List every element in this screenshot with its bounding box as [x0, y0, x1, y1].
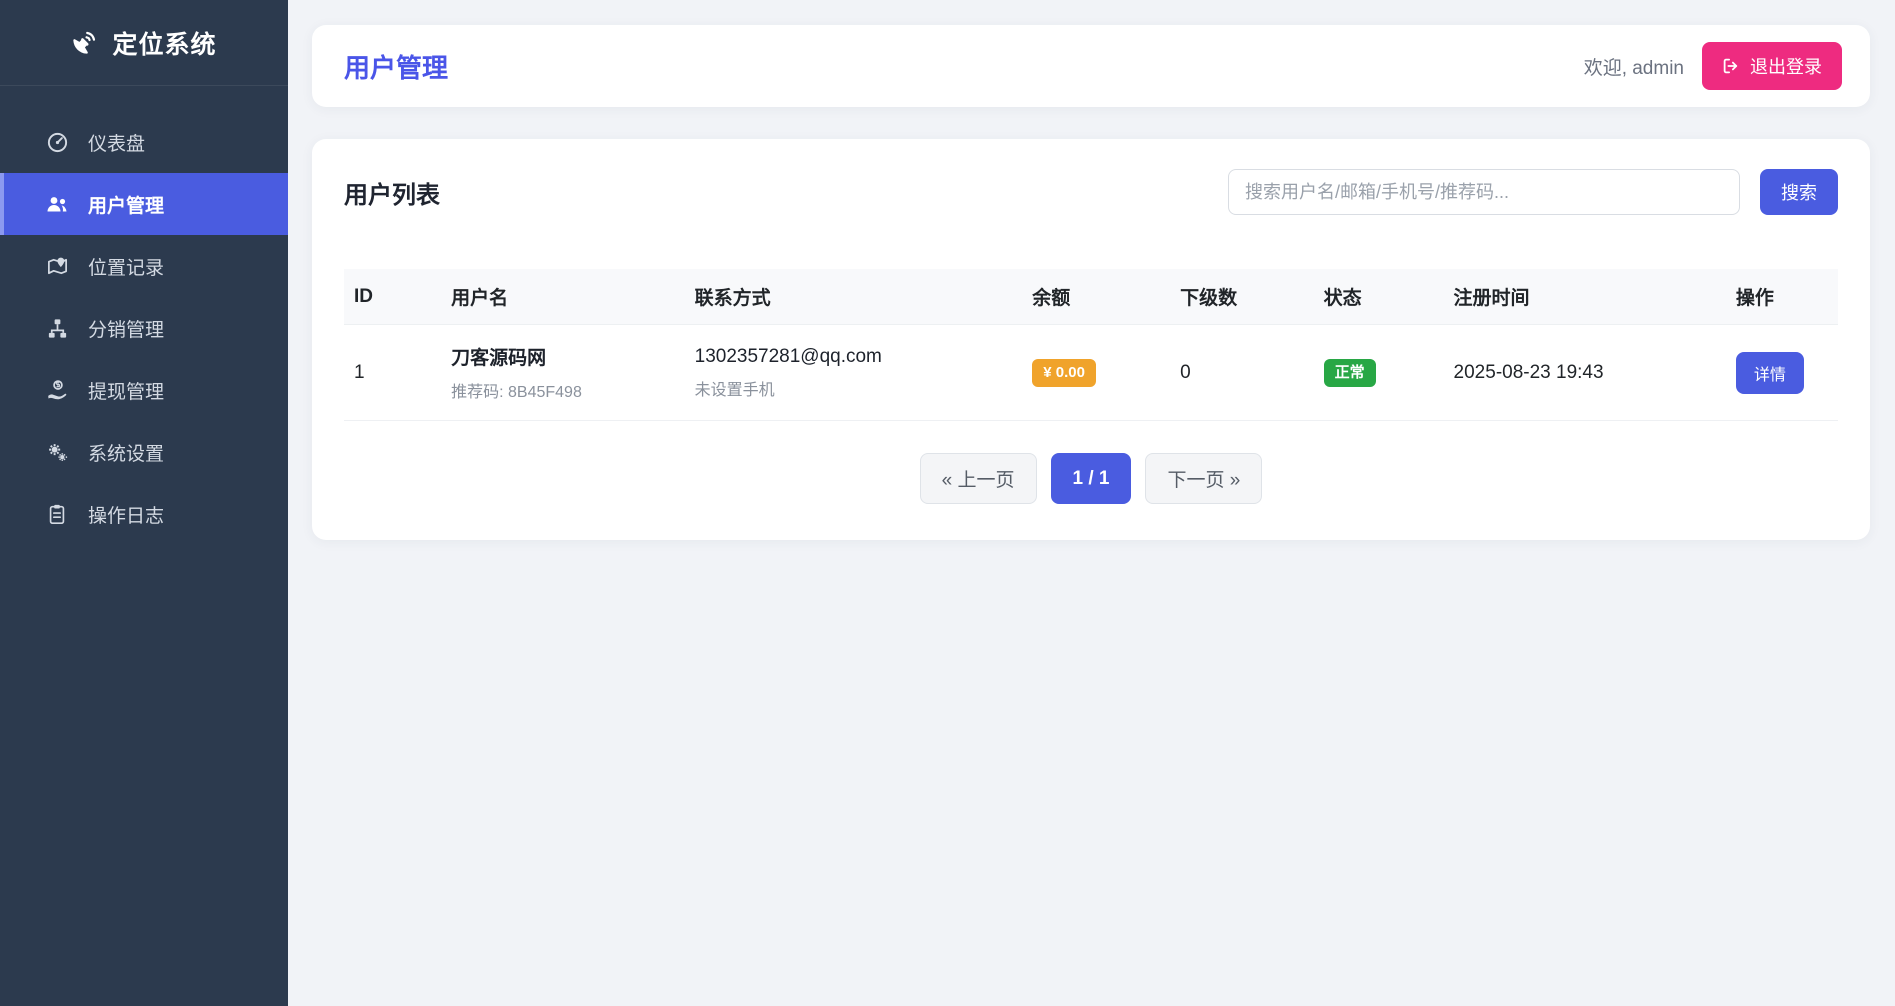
- cell-actions: 详情: [1725, 324, 1838, 421]
- column-header-subordinates: 下级数: [1170, 269, 1314, 325]
- users-icon: [44, 192, 70, 216]
- column-header-status: 状态: [1313, 269, 1444, 325]
- sidebar-item-locations[interactable]: 位置记录: [0, 235, 288, 297]
- panel-header: 用户列表 搜索: [344, 169, 1838, 215]
- sidebar-item-distribution[interactable]: 分销管理: [0, 297, 288, 359]
- column-header-contact: 联系方式: [684, 269, 1023, 325]
- status-badge: 正常: [1323, 358, 1376, 387]
- topbar: 用户管理 欢迎, admin 退出登录: [312, 25, 1870, 107]
- sidebar-item-settings[interactable]: 系统设置: [0, 421, 288, 483]
- gauge-icon: [44, 131, 70, 154]
- sidebar-item-label: 用户管理: [88, 195, 165, 217]
- sidebar: 定位系统 仪表盘 用户管理 位置记录 分销管理 提现管理 系统设置 操作日志: [0, 0, 288, 1006]
- map-marker-icon: [44, 255, 70, 278]
- prev-page-button[interactable]: « 上一页: [919, 453, 1037, 504]
- topbar-right: 欢迎, admin 退出登录: [1584, 42, 1842, 90]
- column-header-registered: 注册时间: [1443, 269, 1726, 325]
- app-title: 定位系统: [112, 30, 217, 59]
- email-text: 1302357281@qq.com: [694, 345, 882, 367]
- logout-button-label: 退出登录: [1750, 57, 1822, 77]
- search-input[interactable]: [1228, 169, 1740, 215]
- app-logo: 定位系统: [0, 0, 288, 86]
- current-page-indicator[interactable]: 1 / 1: [1050, 453, 1132, 504]
- detail-button[interactable]: 详情: [1735, 351, 1804, 394]
- cell-status: 正常: [1313, 324, 1444, 421]
- cell-username: 刀客源码网 推荐码: 8B45F498: [441, 324, 685, 421]
- column-header-id: ID: [344, 269, 442, 325]
- sidebar-item-label: 仪表盘: [88, 133, 146, 155]
- referral-code-text: 推荐码: 8B45F498: [451, 384, 582, 401]
- username-text: 刀客源码网: [451, 348, 547, 369]
- column-header-username: 用户名: [441, 269, 685, 325]
- sidebar-item-label: 分销管理: [88, 319, 165, 341]
- cell-contact: 1302357281@qq.com 未设置手机: [684, 324, 1023, 421]
- gears-icon: [44, 441, 70, 464]
- phone-text: 未设置手机: [694, 381, 775, 399]
- sidebar-item-label: 系统设置: [88, 443, 165, 465]
- cell-id: 1: [344, 324, 442, 421]
- sidebar-item-label: 位置记录: [88, 257, 165, 279]
- table-header-row: ID 用户名 联系方式 余额 下级数 状态 注册时间 操作: [344, 269, 1838, 325]
- pagination: « 上一页 1 / 1 下一页 »: [344, 453, 1838, 504]
- main-content: 用户管理 欢迎, admin 退出登录 用户列表 搜索用户名/邮箱/手机号/推荐…: [288, 0, 1895, 1006]
- cell-subordinates: 0: [1170, 324, 1314, 421]
- clipboard-icon: [44, 503, 70, 525]
- panel-title: 用户列表: [344, 181, 440, 209]
- welcome-text: 欢迎, admin: [1583, 57, 1684, 79]
- column-header-actions: 操作: [1725, 269, 1838, 325]
- logout-button[interactable]: 退出登录: [1702, 42, 1842, 90]
- sign-out-icon: [1722, 57, 1740, 75]
- table-row: 1 刀客源码网 推荐码: 8B45F498 1302357281@qq.com …: [344, 324, 1838, 421]
- users-table: ID 用户名 联系方式 余额 下级数 状态 注册时间 操作 1 刀客源码网 推荐…: [344, 269, 1838, 421]
- sidebar-item-users[interactable]: 用户管理: [0, 173, 288, 235]
- column-header-balance: 余额: [1022, 269, 1171, 325]
- sidebar-item-label: 操作日志: [88, 505, 165, 527]
- balance-badge: ¥ 0.00: [1032, 358, 1096, 387]
- sidebar-item-label: 提现管理: [88, 381, 165, 403]
- next-page-button[interactable]: 下一页 »: [1145, 453, 1263, 504]
- satellite-dish-icon: [71, 29, 98, 56]
- cell-registered: 2025-08-23 19:43: [1443, 324, 1726, 421]
- app-window: 定位系统 仪表盘 用户管理 位置记录 分销管理 提现管理 系统设置 操作日志 用…: [0, 0, 1895, 1006]
- sidebar-item-dashboard[interactable]: 仪表盘: [0, 111, 288, 173]
- search-group: 搜索: [1228, 169, 1838, 215]
- page-title: 用户管理: [344, 52, 449, 83]
- cell-balance: ¥ 0.00: [1022, 324, 1171, 421]
- search-button[interactable]: 搜索: [1760, 169, 1838, 215]
- sidebar-item-logs[interactable]: 操作日志: [0, 483, 288, 545]
- sidebar-nav: 仪表盘 用户管理 位置记录 分销管理 提现管理 系统设置 操作日志: [0, 86, 288, 545]
- hand-dollar-icon: [44, 379, 70, 402]
- sitemap-icon: [44, 317, 70, 340]
- user-list-panel: 用户列表 搜索 ID 用户名 联系方式 余额: [312, 139, 1870, 540]
- sidebar-item-withdrawals[interactable]: 提现管理: [0, 359, 288, 421]
